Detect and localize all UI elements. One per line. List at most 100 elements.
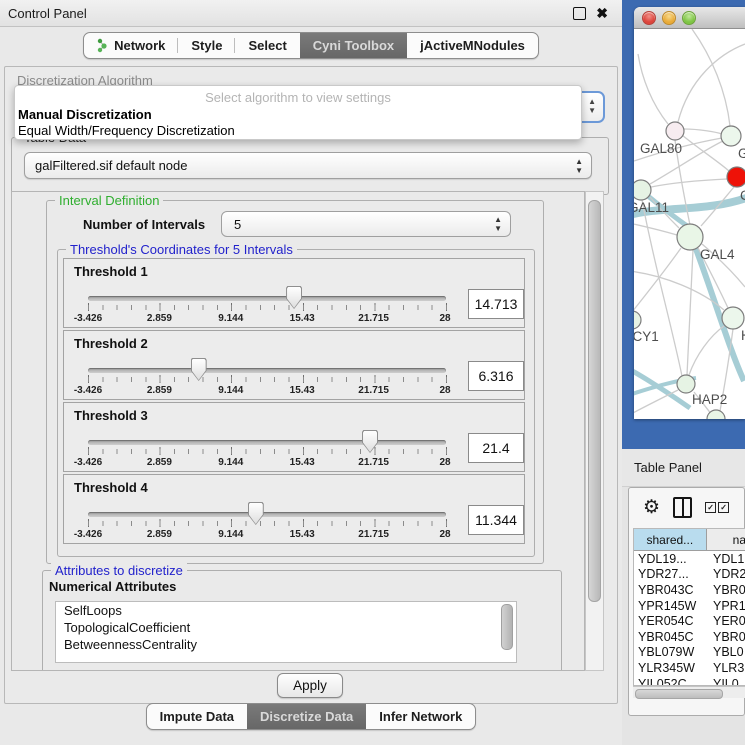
threshold-slider-thumb[interactable] bbox=[362, 430, 378, 453]
threshold-value-field[interactable]: 21.4 bbox=[468, 433, 524, 463]
dropdown-option-equal-width[interactable]: Equal Width/Frequency Discretization bbox=[18, 123, 235, 138]
cell-name[interactable]: YIL0 bbox=[707, 677, 745, 686]
slider-tick-labels: -3.4262.8599.14415.4321.71528 bbox=[64, 385, 524, 397]
column-header-shared-name[interactable]: shared... bbox=[634, 529, 707, 550]
cell-name[interactable]: YDR2 bbox=[707, 567, 745, 581]
tab-discretize-data[interactable]: Discretize Data bbox=[247, 704, 366, 729]
num-intervals-combobox[interactable]: 5 ▲▼ bbox=[221, 211, 511, 237]
network-edges bbox=[634, 29, 745, 415]
numerical-attributes-list[interactable]: SelfLoopsTopologicalCoefficientBetweenne… bbox=[55, 601, 517, 663]
table-toolbar: ⚙ ✓ ✓ bbox=[629, 488, 744, 526]
table-row[interactable]: YLR345WYLR3 bbox=[634, 660, 745, 676]
scrollbar-thumb[interactable] bbox=[588, 200, 601, 602]
table-row[interactable]: YDR27...YDR2 bbox=[634, 567, 745, 583]
cell-name[interactable]: YER0 bbox=[707, 614, 745, 628]
num-intervals-value: 5 bbox=[234, 217, 241, 232]
cell-shared-name[interactable]: YPR145W bbox=[634, 599, 707, 613]
tab-jactivemnodules[interactable]: jActiveMNodules bbox=[407, 33, 538, 58]
table-row[interactable]: YBL079WYBL0 bbox=[634, 645, 745, 661]
cell-shared-name[interactable]: YDL19... bbox=[634, 552, 707, 566]
column-header-name[interactable]: na bbox=[707, 529, 745, 550]
cell-shared-name[interactable]: YER054C bbox=[634, 614, 707, 628]
cell-name[interactable]: YBR0 bbox=[707, 583, 745, 597]
threshold-label: Threshold 2 bbox=[74, 336, 148, 351]
cell-name[interactable]: YPR1 bbox=[707, 599, 745, 613]
control-panel: Control Panel ✖ Network Style Select Cyn… bbox=[0, 0, 622, 745]
zoom-window-icon[interactable] bbox=[682, 11, 696, 25]
cell-shared-name[interactable]: YIL052C bbox=[634, 677, 707, 686]
dropdown-option-manual[interactable]: Manual Discretization bbox=[18, 107, 152, 122]
node-label: H bbox=[741, 328, 745, 343]
threshold-slider-track[interactable] bbox=[88, 368, 446, 373]
tick-label: 15.43 bbox=[290, 529, 315, 540]
node-label: GAL11 bbox=[634, 200, 669, 215]
scrollbar-thumb[interactable] bbox=[635, 689, 723, 699]
cell-name[interactable]: YDL1 bbox=[707, 552, 745, 566]
float-window-icon[interactable] bbox=[573, 7, 586, 20]
attribute-list-scrollbar[interactable] bbox=[501, 604, 513, 650]
node-label: GA bbox=[738, 146, 745, 161]
minimize-window-icon[interactable] bbox=[662, 11, 676, 25]
tab-infer-network[interactable]: Infer Network bbox=[366, 704, 475, 729]
interval-definition-title: Interval Definition bbox=[55, 193, 163, 208]
tab-impute-data[interactable]: Impute Data bbox=[147, 704, 247, 729]
cell-shared-name[interactable]: YBR043C bbox=[634, 583, 707, 597]
tab-network[interactable]: Network bbox=[84, 33, 178, 58]
threshold-slider-thumb[interactable] bbox=[248, 502, 264, 525]
network-node[interactable] bbox=[721, 126, 741, 146]
table-row[interactable]: YBR043CYBR0 bbox=[634, 582, 745, 598]
threshold-value-field[interactable]: 14.713 bbox=[468, 289, 524, 319]
tick-label: -3.426 bbox=[74, 457, 102, 468]
cell-name[interactable]: YBL0 bbox=[707, 645, 745, 659]
select-columns-icon[interactable]: ✓ ✓ bbox=[705, 502, 729, 513]
tick-label: 15.43 bbox=[290, 457, 315, 468]
network-node[interactable] bbox=[666, 122, 684, 140]
threshold-slider-thumb[interactable] bbox=[286, 286, 302, 309]
cell-name[interactable]: YBR0 bbox=[707, 630, 745, 644]
tab-select[interactable]: Select bbox=[235, 33, 299, 58]
gear-icon[interactable]: ⚙ bbox=[643, 498, 660, 517]
cell-name[interactable]: YLR3 bbox=[707, 661, 745, 675]
threshold-value-field[interactable]: 11.344 bbox=[468, 505, 524, 535]
threshold-slider-track[interactable] bbox=[88, 512, 446, 517]
threshold-label: Threshold 4 bbox=[74, 480, 148, 495]
network-node[interactable] bbox=[727, 167, 745, 187]
threshold-slider-thumb[interactable] bbox=[191, 358, 207, 381]
network-node[interactable] bbox=[634, 180, 651, 200]
tick-label: -3.426 bbox=[74, 385, 102, 396]
attribute-list-item[interactable]: SelfLoops bbox=[56, 602, 516, 619]
network-node[interactable] bbox=[722, 307, 744, 329]
table-row[interactable]: YER054CYER0 bbox=[634, 613, 745, 629]
close-panel-icon[interactable]: ✖ bbox=[596, 8, 608, 19]
cell-shared-name[interactable]: YDR27... bbox=[634, 567, 707, 581]
table-row[interactable]: YBR045CYBR0 bbox=[634, 629, 745, 645]
table-row[interactable]: YPR145WYPR1 bbox=[634, 598, 745, 614]
apply-button[interactable]: Apply bbox=[277, 673, 343, 698]
table-panel-title: Table Panel bbox=[622, 460, 702, 475]
threshold-value-field[interactable]: 6.316 bbox=[468, 361, 524, 391]
settings-vertical-scrollbar[interactable] bbox=[585, 191, 604, 671]
threshold-slider-track[interactable] bbox=[88, 296, 446, 301]
tab-style[interactable]: Style bbox=[178, 33, 235, 58]
table-horizontal-scrollbar[interactable] bbox=[633, 686, 745, 698]
network-icon bbox=[97, 38, 108, 53]
tick-label: 21.715 bbox=[358, 457, 389, 468]
cell-shared-name[interactable]: YBR045C bbox=[634, 630, 707, 644]
table-row[interactable]: YDL19...YDL1 bbox=[634, 551, 745, 567]
columns-icon[interactable] bbox=[673, 497, 692, 518]
attribute-list-item[interactable]: TopologicalCoefficient bbox=[56, 619, 516, 636]
cell-shared-name[interactable]: YLR345W bbox=[634, 661, 707, 675]
table-panel-header: Table Panel bbox=[622, 449, 745, 487]
close-window-icon[interactable] bbox=[642, 11, 656, 25]
network-canvas[interactable]: GAL80GACGAL11GAL4GCY1HHAP2 bbox=[634, 29, 745, 419]
table-data-combobox[interactable]: galFiltered.sif default node ▲▼ bbox=[24, 152, 592, 179]
interval-definition-group: Interval Definition Number of Intervals … bbox=[46, 200, 544, 564]
slider-tick-labels: -3.4262.8599.14415.4321.71528 bbox=[64, 457, 524, 469]
cell-shared-name[interactable]: YBL079W bbox=[634, 645, 707, 659]
table-row[interactable]: YIL052CYIL0 bbox=[634, 676, 745, 686]
attribute-list-item[interactable]: BetweennessCentrality bbox=[56, 636, 516, 653]
threshold-slider-track[interactable] bbox=[88, 440, 446, 445]
network-node[interactable] bbox=[677, 375, 695, 393]
tab-cyni-toolbox[interactable]: Cyni Toolbox bbox=[300, 33, 407, 58]
network-node[interactable] bbox=[634, 311, 641, 329]
